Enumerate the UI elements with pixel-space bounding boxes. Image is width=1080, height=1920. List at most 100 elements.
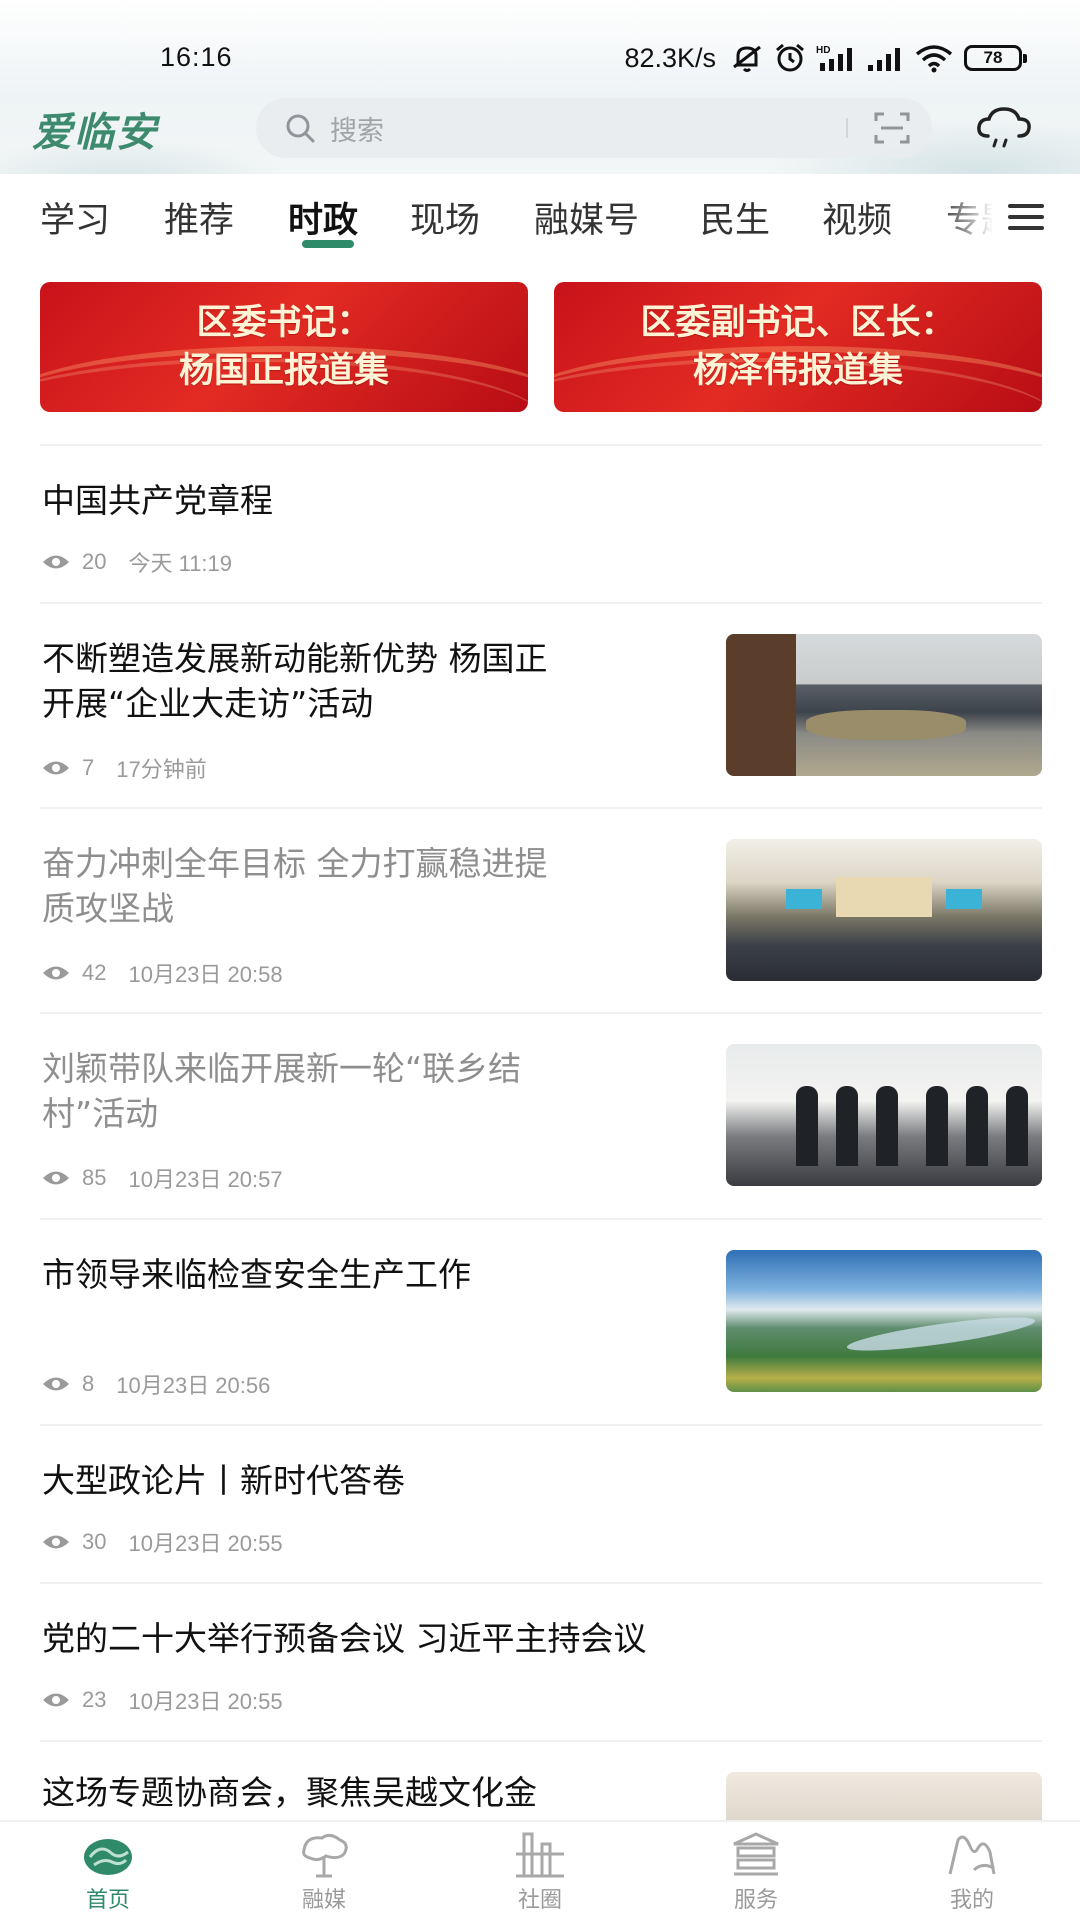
media-icon	[302, 1833, 348, 1878]
network-speed: 82.3K/s	[624, 42, 716, 73]
view-count: 85	[82, 1165, 107, 1190]
hd-signal-icon: HD	[816, 45, 852, 71]
news-title: 党的二十大举行预备会议 习近平主持会议	[42, 1619, 647, 1658]
nav-label: 我的	[949, 1888, 994, 1913]
nav-profile[interactable]: 我的	[912, 1830, 1032, 1914]
news-thumbnail	[726, 1044, 1042, 1186]
nav-label: 服务	[733, 1888, 778, 1913]
banner-line: 杨泽伟报道集	[692, 350, 903, 391]
wifi-icon	[915, 45, 953, 73]
news-thumbnail	[726, 634, 1042, 776]
news-title: 中国共产党章程	[42, 481, 273, 520]
view-count: 23	[82, 1687, 107, 1712]
news-meta: 20 今天 11:19	[42, 546, 232, 578]
news-title: 这场专题协商会，聚焦吴越文化金	[42, 1773, 537, 1812]
list-item[interactable]: 中国共产党章程 20 今天 11:19	[40, 444, 1042, 602]
status-bar: 16:16 82.3K/s HD 78	[0, 0, 1080, 110]
banner-line: 区委书记：	[196, 302, 372, 343]
publish-time: 10月23日 20:56	[116, 1373, 271, 1398]
active-tab-indicator	[302, 240, 354, 248]
news-meta: 8 10月23日 20:56	[42, 1368, 270, 1400]
eye-icon	[43, 1377, 69, 1391]
tab-recommend[interactable]: 推荐	[164, 192, 234, 243]
view-count: 8	[82, 1371, 95, 1396]
news-title-line: 开展“企业大走访”活动	[42, 684, 374, 723]
eye-icon	[43, 966, 69, 980]
news-title-line: 不断塑造发展新动能新优势 杨国正	[42, 639, 548, 678]
nav-label: 首页	[85, 1888, 130, 1913]
menu-icon[interactable]	[1006, 200, 1046, 234]
tab-media-account[interactable]: 融媒号	[534, 192, 639, 243]
nav-service[interactable]: 服务	[696, 1830, 816, 1914]
status-icons: 82.3K/s HD 78	[624, 38, 1027, 78]
tab-scene[interactable]: 现场	[410, 192, 480, 243]
list-item[interactable]: 奋力冲刺全年目标 全力打赢稳进提 质攻坚战 42 10月23日 20:58	[40, 807, 1042, 1012]
eye-icon	[43, 1535, 69, 1549]
nav-label: 融媒	[301, 1888, 346, 1913]
banner-line: 区委副书记、区长：	[640, 302, 956, 343]
banner-district-head[interactable]: 区委副书记、区长： 杨泽伟报道集	[554, 282, 1042, 412]
news-meta: 30 10月23日 20:55	[42, 1526, 283, 1558]
view-count: 30	[82, 1529, 107, 1554]
eye-icon	[43, 761, 69, 775]
publish-time: 17分钟前	[116, 757, 207, 782]
news-title: 刘颖带队来临开展新一轮“联乡结 村”活动	[42, 1046, 521, 1136]
news-meta: 23 10月23日 20:55	[42, 1684, 283, 1716]
view-count: 42	[82, 960, 107, 985]
search-divider	[846, 118, 848, 138]
tab-politics[interactable]: 时政	[288, 192, 358, 243]
list-item[interactable]: 市领导来临检查安全生产工作 8 10月23日 20:56	[40, 1218, 1042, 1424]
category-tabs: 学习 推荐 时政 现场 融媒号 民生 视频 专题	[0, 174, 1080, 264]
profile-icon	[948, 1835, 996, 1875]
nav-media[interactable]: 融媒	[264, 1830, 384, 1914]
list-item[interactable]: 这场专题协商会，聚焦吴越文化金	[40, 1740, 1042, 1820]
list-item[interactable]: 刘颖带队来临开展新一轮“联乡结 村”活动 85 10月23日 20:57	[40, 1012, 1042, 1218]
news-meta: 85 10月23日 20:57	[42, 1162, 283, 1194]
news-title-line: 质攻坚战	[42, 889, 174, 928]
search-input[interactable]: 搜索	[330, 109, 384, 148]
battery-icon: 78	[964, 45, 1027, 71]
publish-time: 10月23日 20:57	[128, 1167, 283, 1192]
app-logo: 爱临安	[32, 109, 158, 156]
news-title: 不断塑造发展新动能新优势 杨国正 开展“企业大走访”活动	[42, 636, 548, 726]
svg-text:HD: HD	[816, 45, 830, 56]
nav-label: 社圈	[517, 1888, 562, 1913]
search-icon	[286, 114, 315, 143]
status-time: 16:16	[160, 42, 233, 72]
nav-home[interactable]: 首页	[48, 1830, 168, 1914]
eye-icon	[43, 555, 69, 569]
search-bar[interactable]: 搜索	[256, 98, 932, 158]
bottom-navigation: 首页 融媒 社圈 服务 我的	[0, 1820, 1080, 1920]
nav-community[interactable]: 社圈	[480, 1830, 600, 1914]
news-title-line: 村”活动	[42, 1094, 159, 1133]
scan-icon[interactable]	[874, 111, 910, 145]
community-icon	[516, 1832, 564, 1878]
home-icon	[84, 1839, 132, 1875]
news-thumbnail	[726, 1772, 1042, 1820]
view-count: 7	[82, 755, 95, 780]
tab-video[interactable]: 视频	[822, 192, 892, 243]
list-item[interactable]: 大型政论片丨新时代答卷 30 10月23日 20:55	[40, 1424, 1042, 1582]
banner-party-secretary[interactable]: 区委书记： 杨国正报道集	[40, 282, 528, 412]
signal-icon	[868, 48, 900, 71]
list-item[interactable]: 不断塑造发展新动能新优势 杨国正 开展“企业大走访”活动 7 17分钟前	[40, 602, 1042, 807]
news-meta: 42 10月23日 20:58	[42, 957, 283, 989]
news-title-line: 奋力冲刺全年目标 全力打赢稳进提	[42, 844, 548, 883]
publish-time: 10月23日 20:58	[128, 962, 283, 987]
news-title: 奋力冲刺全年目标 全力打赢稳进提 质攻坚战	[42, 841, 548, 931]
service-icon	[733, 1832, 779, 1876]
eye-icon	[43, 1693, 69, 1707]
publish-time: 10月23日 20:55	[128, 1531, 283, 1556]
publish-time: 10月23日 20:55	[128, 1689, 283, 1714]
publish-time: 今天 11:19	[128, 551, 233, 576]
view-count: 20	[82, 549, 107, 574]
tab-study[interactable]: 学习	[40, 192, 110, 243]
tab-livelihood[interactable]: 民生	[700, 192, 770, 243]
alarm-icon	[776, 43, 804, 72]
news-thumbnail	[726, 839, 1042, 981]
eye-icon	[43, 1171, 69, 1185]
list-item[interactable]: 党的二十大举行预备会议 习近平主持会议 23 10月23日 20:55	[40, 1582, 1042, 1740]
news-title: 大型政论片丨新时代答卷	[42, 1461, 405, 1500]
news-thumbnail	[726, 1250, 1042, 1392]
cloud-icon[interactable]	[976, 106, 1032, 150]
